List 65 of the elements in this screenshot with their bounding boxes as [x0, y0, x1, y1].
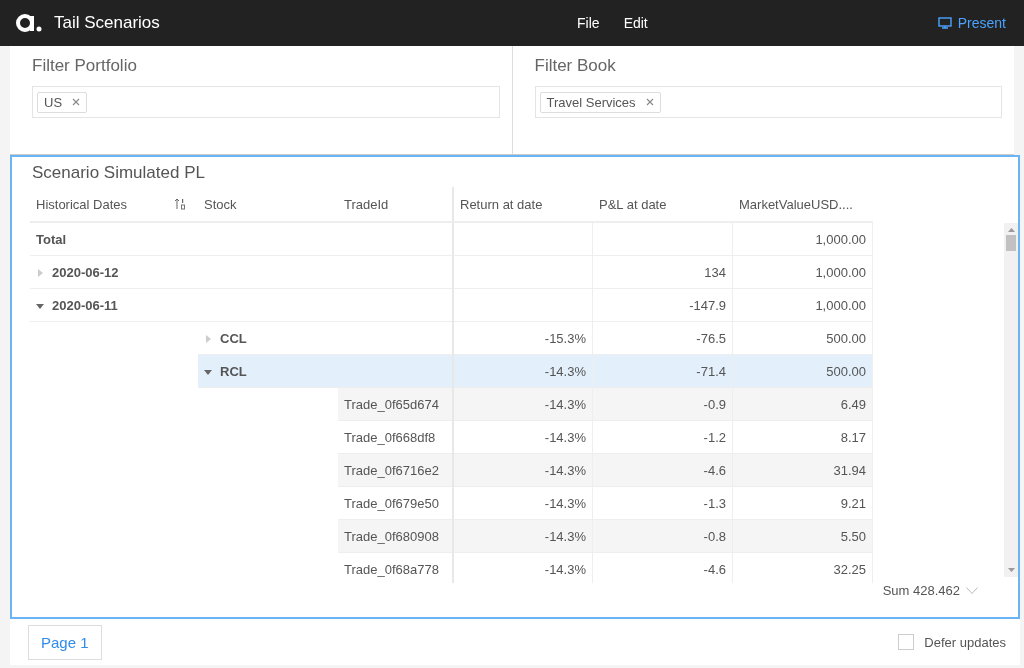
table-cell: -14.3%: [452, 454, 593, 487]
table-cell: -0.8: [593, 520, 733, 553]
sort-icon[interactable]: [174, 198, 186, 210]
filter-title: Filter Book: [534, 56, 617, 76]
table-cell: 1,000.00: [733, 256, 873, 289]
column-header[interactable]: MarketValueUSD....: [739, 196, 853, 212]
column-header[interactable]: Return at date: [460, 196, 543, 212]
close-icon[interactable]: [72, 98, 81, 106]
table-cell: -14.3%: [452, 553, 593, 583]
column-header[interactable]: TradeId: [344, 196, 389, 212]
filter-title: Filter Portfolio: [32, 56, 138, 76]
app-title: Tail Scenarios: [54, 13, 160, 33]
table-cell: -0.9: [593, 388, 733, 421]
tag-label: Travel Services: [546, 94, 636, 110]
scrollbar[interactable]: [1004, 223, 1018, 577]
row-label[interactable]: CCL: [220, 331, 247, 346]
table-cell: -4.6: [593, 553, 733, 583]
caret-right-icon[interactable]: [204, 334, 212, 343]
tag-input-field[interactable]: US: [32, 86, 500, 118]
panel-title: Scenario Simulated PL: [32, 163, 206, 183]
tag-input-field[interactable]: Travel Services: [534, 86, 1002, 118]
menu-item[interactable]: Edit: [623, 15, 648, 31]
scrollbar-thumb[interactable]: [1006, 235, 1016, 251]
filter-tag[interactable]: Travel Services: [539, 91, 661, 113]
row-label[interactable]: Trade_0f6716e2: [344, 463, 439, 478]
present-button[interactable]: Present: [937, 15, 1006, 31]
page-tab[interactable]: Page 1: [28, 624, 102, 660]
column-header[interactable]: P&L at date: [599, 196, 667, 212]
row-label[interactable]: 2020-06-11: [52, 298, 118, 313]
row-label[interactable]: RCL: [220, 364, 247, 379]
row-label: Total: [36, 231, 67, 247]
caret-down-icon[interactable]: [36, 301, 44, 310]
tag-label: US: [44, 94, 63, 110]
table-cell: 1,000.00: [733, 223, 873, 256]
scroll-up-icon[interactable]: [1007, 227, 1015, 232]
table-cell: 134: [593, 256, 733, 289]
table-cell: -147.9: [593, 289, 733, 322]
logo-icon: [16, 13, 44, 33]
filter-tag[interactable]: US: [37, 91, 88, 113]
column-header[interactable]: Stock: [204, 196, 237, 212]
table-cell: -4.6: [593, 454, 733, 487]
row-label[interactable]: 2020-06-12: [52, 265, 119, 280]
sum-label: Sum 428.462: [882, 583, 960, 598]
table-cell: 1,000.00: [733, 289, 873, 322]
table-cell: 31.94: [733, 454, 873, 487]
scroll-down-icon[interactable]: [1007, 568, 1015, 573]
column-header[interactable]: Historical Dates: [36, 196, 128, 212]
row-label[interactable]: Trade_0f68a778: [344, 562, 439, 577]
caret-down-icon[interactable]: [204, 367, 212, 376]
close-icon[interactable]: [645, 98, 654, 106]
caret-right-icon[interactable]: [36, 268, 44, 277]
table-cell: -14.3%: [452, 388, 593, 421]
checkbox-label[interactable]: Defer updates: [924, 634, 1006, 650]
chevron-down-icon[interactable]: [966, 587, 978, 594]
row-label[interactable]: Trade_0f668df8: [344, 430, 436, 445]
row-label[interactable]: Trade_0f65d674: [344, 397, 439, 412]
row-label[interactable]: Trade_0f680908: [344, 529, 439, 544]
table-cell: 6.49: [733, 388, 873, 421]
table-cell: -14.3%: [452, 520, 593, 553]
monitor-icon: [937, 17, 952, 29]
table-cell: 32.25: [733, 553, 873, 583]
row-label[interactable]: Trade_0f679e50: [344, 496, 439, 511]
checkbox[interactable]: [898, 634, 915, 650]
menu-item[interactable]: File: [577, 15, 600, 31]
table-cell: 5.50: [733, 520, 873, 553]
